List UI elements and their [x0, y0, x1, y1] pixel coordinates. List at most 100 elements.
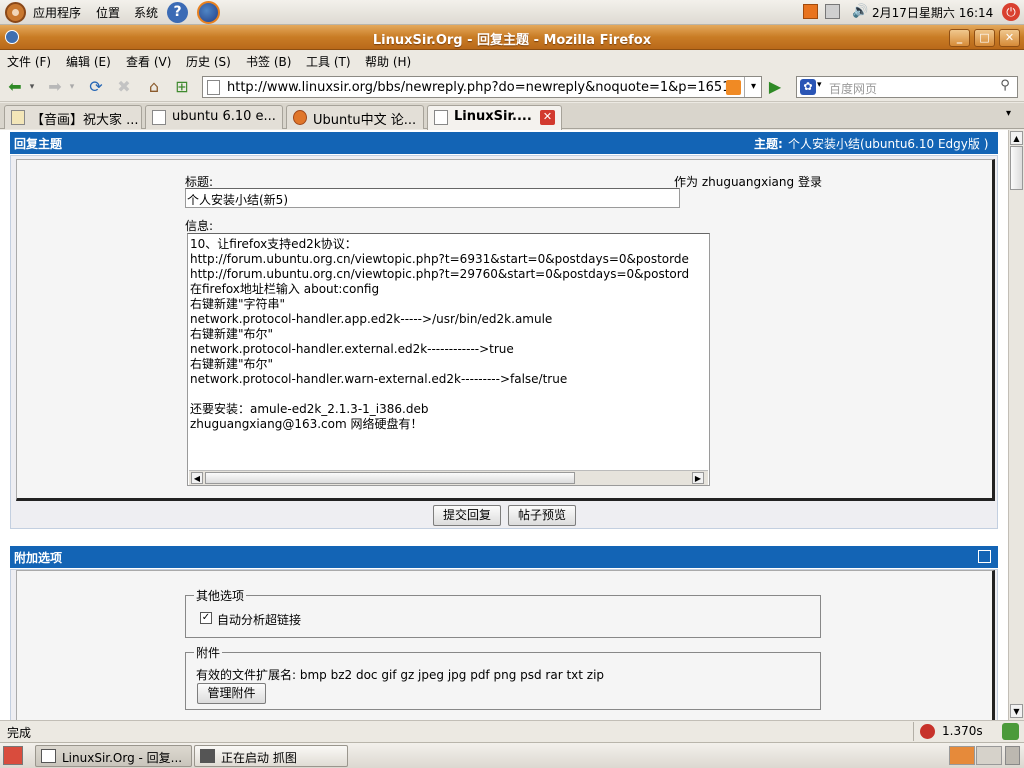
navigation-toolbar: ⬅ ▾ ➡ ▾ ⟳ ✖ ⌂ ⊞ http://www.linuxsir.org/…	[0, 72, 1024, 102]
title-input[interactable]: 个人安装小结(新5)	[185, 188, 680, 208]
task-screenshot[interactable]: 正在启动 抓图	[194, 745, 348, 767]
back-icon[interactable]: ⬅	[4, 77, 26, 97]
minimize-button[interactable]: _	[949, 29, 970, 47]
tab-label: Ubuntu中文 论...	[313, 113, 417, 128]
status-bar: 完成 1.370s	[0, 720, 1024, 742]
search-engine-dropdown-icon[interactable]: ▾	[817, 80, 822, 90]
submit-reply-button[interactable]: 提交回复	[433, 505, 501, 526]
task-label: LinuxSir.Org - 回复...	[62, 751, 183, 765]
status-text: 完成	[7, 726, 32, 740]
tab-favicon-icon	[11, 110, 25, 125]
maximize-button[interactable]: □	[974, 29, 995, 47]
printer-icon[interactable]	[825, 4, 840, 19]
scroll-down-icon[interactable]: ▼	[1010, 704, 1023, 718]
search-bar[interactable]: ✿ ▾ 百度网页 ⚲	[796, 76, 1018, 98]
system-menu[interactable]: 系统	[134, 4, 158, 21]
attachments-legend: 附件	[196, 646, 221, 660]
menu-bookmarks[interactable]: 书签 (B)	[246, 53, 291, 70]
options-header: 附加选项	[10, 546, 998, 568]
url-dropdown-icon[interactable]: ▾	[744, 77, 762, 97]
back-history-icon[interactable]: ▾	[26, 77, 38, 97]
search-icon[interactable]: ⚲	[994, 78, 1016, 96]
tab-label: ubuntu 6.10 e...	[172, 109, 276, 124]
volume-icon[interactable]: 🔊	[852, 4, 868, 19]
url-bar[interactable]: http://www.linuxsir.org/bbs/newreply.php…	[202, 76, 762, 98]
tab-bar: 【音画】祝大家 ... ubuntu 6.10 e... Ubuntu中文 论.…	[0, 103, 1024, 130]
menu-file[interactable]: 文件 (F)	[7, 53, 51, 70]
go-icon[interactable]: ▶	[764, 77, 786, 97]
clock[interactable]: 2月17日星期六 16:14	[872, 4, 993, 21]
camera-icon	[200, 749, 215, 763]
task-firefox[interactable]: LinuxSir.Org - 回复...	[35, 745, 192, 767]
reply-panel: 标题: 作为 zhuguangxiang 登录 个人安装小结(新5) 信息: 1…	[10, 155, 998, 529]
trash-icon[interactable]	[1005, 746, 1020, 765]
other-options-fieldset: 其他选项 ✓ 自动分析超链接	[185, 587, 821, 638]
menu-tools[interactable]: 工具 (T)	[306, 53, 351, 70]
show-desktop-icon[interactable]	[3, 746, 23, 765]
applications-menu[interactable]: 应用程序	[33, 4, 81, 21]
hscroll-thumb[interactable]	[205, 472, 575, 484]
workspace-2[interactable]	[976, 746, 1002, 765]
page-timer-icon	[920, 724, 935, 739]
search-engine-icon[interactable]: ✿	[800, 79, 816, 95]
workspace-1[interactable]	[949, 746, 975, 765]
scroll-left-icon[interactable]: ◀	[191, 472, 203, 484]
menu-help[interactable]: 帮助 (H)	[365, 53, 411, 70]
tab-close-icon[interactable]: ✕	[540, 110, 555, 125]
search-placeholder[interactable]: 百度网页	[829, 80, 877, 97]
tab-ubuntu-610[interactable]: ubuntu 6.10 e...	[145, 105, 283, 129]
tab-label: LinuxSir....	[454, 109, 532, 124]
reply-form: 标题: 作为 zhuguangxiang 登录 个人安装小结(新5) 信息: 1…	[16, 159, 995, 501]
autolink-checkbox[interactable]: ✓	[200, 612, 212, 624]
task-page-icon	[41, 749, 56, 763]
close-button[interactable]: ✕	[999, 29, 1020, 47]
update-notifier-icon[interactable]	[803, 4, 818, 19]
menu-edit[interactable]: 编辑 (E)	[66, 53, 111, 70]
places-menu[interactable]: 位置	[96, 4, 120, 21]
home-icon[interactable]: ⌂	[143, 77, 165, 97]
manage-attachments-button[interactable]: 管理附件	[197, 683, 266, 704]
vscroll-thumb[interactable]	[1010, 146, 1023, 190]
power-icon[interactable]: ⏻	[1002, 3, 1020, 21]
new-tab-icon[interactable]: ⊞	[171, 77, 193, 97]
rss-icon[interactable]	[726, 80, 741, 95]
reply-header-title: 回复主题	[14, 137, 63, 151]
topic-label: 主题:	[754, 137, 783, 151]
other-options-legend: 其他选项	[196, 589, 245, 603]
message-textarea[interactable]: 10、让firefox支持ed2k协议： http://forum.ubuntu…	[187, 233, 710, 486]
page-vscrollbar[interactable]: ▲ ▼	[1008, 130, 1024, 720]
task-label: 正在启动 抓图	[221, 751, 297, 765]
menu-history[interactable]: 历史 (S)	[186, 53, 231, 70]
taskbar: LinuxSir.Org - 回复... 正在启动 抓图	[0, 742, 1024, 768]
addon-status-icon[interactable]	[1002, 723, 1019, 740]
tab-music[interactable]: 【音画】祝大家 ...	[4, 105, 142, 129]
autolink-label[interactable]: 自动分析超链接	[217, 611, 301, 628]
page-icon	[207, 80, 220, 95]
scroll-up-icon[interactable]: ▲	[1010, 131, 1023, 145]
help-icon[interactable]: ?	[167, 2, 188, 23]
tab-list-icon[interactable]: ▾	[1006, 108, 1011, 119]
menu-view[interactable]: 查看 (V)	[126, 53, 171, 70]
message-label: 信息:	[185, 219, 214, 233]
login-note: 作为 zhuguangxiang 登录	[674, 175, 822, 189]
firefox-launcher-icon[interactable]	[197, 1, 220, 24]
menubar: 文件 (F) 编辑 (E) 查看 (V) 历史 (S) 书签 (B) 工具 (T…	[0, 50, 1024, 72]
message-text[interactable]: 10、让firefox支持ed2k协议： http://forum.ubuntu…	[190, 237, 707, 432]
options-form: 其他选项 ✓ 自动分析超链接 附件 有效的文件扩展名: bmp bz2 doc …	[16, 570, 995, 720]
reload-icon[interactable]: ⟳	[85, 77, 107, 97]
message-hscrollbar[interactable]: ◀ ▶	[189, 470, 708, 485]
window-titlebar[interactable]: LinuxSir.Org - 回复主题 - Mozilla Firefox _ …	[0, 25, 1024, 50]
url-text[interactable]: http://www.linuxsir.org/bbs/newreply.php…	[227, 80, 727, 95]
tab-ubuntu-forum[interactable]: Ubuntu中文 论...	[286, 105, 424, 129]
forward-icon[interactable]: ➡	[44, 77, 66, 97]
scroll-right-icon[interactable]: ▶	[692, 472, 704, 484]
ubuntu-logo-icon[interactable]	[5, 2, 26, 23]
stop-icon[interactable]: ✖	[113, 77, 135, 97]
forward-history-icon[interactable]: ▾	[66, 77, 78, 97]
collapse-icon[interactable]	[978, 550, 991, 563]
reply-header: 回复主题 主题: 个人安装小结(ubuntu6.10 Edgy版 )	[10, 132, 998, 154]
tab-linuxsir[interactable]: LinuxSir.... ✕	[427, 105, 562, 130]
preview-post-button[interactable]: 帖子预览	[508, 505, 576, 526]
topic-value[interactable]: 个人安装小结(ubuntu6.10 Edgy版 )	[788, 135, 988, 152]
attachments-fieldset: 附件 有效的文件扩展名: bmp bz2 doc gif gz jpeg jpg…	[185, 644, 821, 710]
